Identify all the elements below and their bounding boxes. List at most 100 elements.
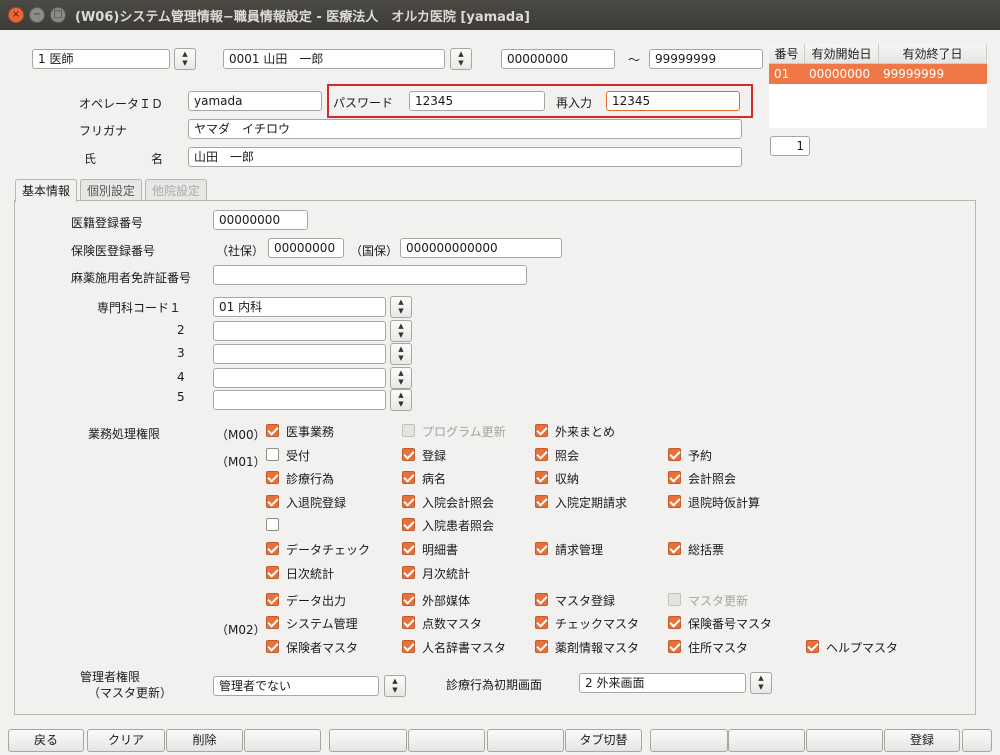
specialty-spin-2[interactable]: ▲ ▼ (390, 320, 412, 342)
function-key-button-10[interactable] (728, 729, 805, 752)
table-header-number[interactable]: 番号 (769, 44, 805, 64)
admin-spin[interactable]: ▲ ▼ (384, 675, 406, 697)
permission-label[interactable]: 入院会計照会 (422, 494, 494, 511)
permission-checkbox[interactable] (266, 542, 279, 555)
password-field[interactable]: 12345 (409, 91, 545, 111)
permission-checkbox[interactable] (668, 616, 681, 629)
specialty-spin-1[interactable]: ▲ ▼ (390, 296, 412, 318)
tab-other-clinic[interactable]: 他院設定 (145, 179, 208, 201)
permission-checkbox[interactable] (535, 640, 548, 653)
permission-label[interactable]: 人名辞書マスタ (422, 639, 506, 656)
kokuho-field[interactable]: 000000000000 (400, 238, 562, 258)
range-to-field[interactable]: 99999999 (649, 49, 763, 69)
permission-label[interactable]: 医事業務 (286, 423, 334, 440)
permission-checkbox[interactable] (535, 593, 548, 606)
function-key-button-4[interactable] (244, 729, 321, 752)
history-count-field[interactable]: 1 (770, 136, 810, 156)
permission-checkbox[interactable] (668, 471, 681, 484)
permission-checkbox[interactable] (535, 471, 548, 484)
specialty-spin-4[interactable]: ▲ ▼ (390, 367, 412, 389)
function-key-button-11[interactable] (806, 729, 883, 752)
permission-label[interactable]: 外来まとめ (555, 423, 615, 440)
permission-checkbox[interactable] (535, 495, 548, 508)
permission-label[interactable]: 照会 (555, 447, 579, 464)
specialty-spin-3[interactable]: ▲ ▼ (390, 343, 412, 365)
permission-label[interactable]: 明細書 (422, 541, 458, 558)
permission-checkbox[interactable] (402, 518, 415, 531)
permission-checkbox[interactable] (266, 471, 279, 484)
permission-checkbox[interactable] (266, 518, 279, 531)
permission-label[interactable]: 病名 (422, 470, 446, 487)
permission-label[interactable]: 入退院登録 (286, 494, 346, 511)
permission-label[interactable]: 収納 (555, 470, 579, 487)
permission-checkbox[interactable] (266, 640, 279, 653)
permission-checkbox[interactable] (266, 616, 279, 629)
permission-label[interactable]: 会計照会 (688, 470, 736, 487)
function-key-button-6[interactable] (408, 729, 485, 752)
permission-checkbox[interactable] (535, 542, 548, 555)
permission-checkbox[interactable] (668, 495, 681, 508)
specialty-field-4[interactable] (213, 368, 386, 388)
specialty-field-5[interactable] (213, 390, 386, 410)
close-icon[interactable]: × (8, 7, 24, 23)
permission-label[interactable]: システム管理 (286, 615, 358, 632)
minimize-icon[interactable]: − (29, 7, 45, 23)
admin-field[interactable]: 管理者でない (213, 676, 379, 696)
staff-field[interactable]: 0001 山田 一郎 (223, 49, 445, 69)
permission-checkbox[interactable] (402, 424, 415, 437)
function-key-button-13[interactable] (962, 729, 992, 752)
permission-label[interactable]: データチェック (286, 541, 370, 558)
permission-label[interactable]: 薬剤情報マスタ (555, 639, 639, 656)
table-header-end[interactable]: 有効終了日 (879, 44, 987, 64)
permission-checkbox[interactable] (266, 495, 279, 508)
med-reg-field[interactable]: 00000000 (213, 210, 308, 230)
permission-checkbox[interactable] (266, 566, 279, 579)
permission-label[interactable]: 予約 (688, 447, 712, 464)
permission-label[interactable]: 住所マスタ (688, 639, 748, 656)
permission-label[interactable]: 日次統計 (286, 565, 334, 582)
permission-checkbox[interactable] (402, 495, 415, 508)
reenter-password-field[interactable]: 12345 (606, 91, 740, 111)
permission-label[interactable]: 点数マスタ (422, 615, 482, 632)
function-key-button-7[interactable] (487, 729, 564, 752)
permission-checkbox[interactable] (402, 448, 415, 461)
permission-checkbox[interactable] (806, 640, 819, 653)
permission-label[interactable]: 総括票 (688, 541, 724, 558)
shaho-field[interactable]: 00000000 (268, 238, 344, 258)
permission-checkbox[interactable] (402, 566, 415, 579)
specialty-field-2[interactable] (213, 321, 386, 341)
permission-label[interactable]: 退院時仮計算 (688, 494, 760, 511)
permission-checkbox[interactable] (266, 448, 279, 461)
name-field[interactable]: 山田 一郎 (188, 147, 742, 167)
permission-label[interactable]: 月次統計 (422, 565, 470, 582)
permission-checkbox[interactable] (535, 424, 548, 437)
permission-checkbox[interactable] (266, 593, 279, 606)
initial-screen-field[interactable]: 2 外来画面 (579, 673, 746, 693)
tab-individual-settings[interactable]: 個別設定 (80, 179, 143, 201)
permission-checkbox[interactable] (402, 471, 415, 484)
permission-checkbox[interactable] (668, 542, 681, 555)
specialty-field-1[interactable]: 01 内科 (213, 297, 386, 317)
permission-checkbox[interactable] (402, 593, 415, 606)
permission-checkbox[interactable] (402, 616, 415, 629)
permission-checkbox[interactable] (668, 448, 681, 461)
job-type-field[interactable]: 1 医師 (32, 49, 170, 69)
tab-basic-info[interactable]: 基本情報 (15, 179, 78, 202)
function-key-button-3[interactable]: 削除 (166, 729, 243, 752)
furigana-field[interactable]: ヤマダ イチロウ (188, 119, 742, 139)
permission-label[interactable]: ヘルプマスタ (826, 639, 898, 656)
permission-label[interactable]: 外部媒体 (422, 592, 470, 609)
permission-label[interactable]: マスタ更新 (688, 592, 748, 609)
permission-label[interactable]: 保険番号マスタ (688, 615, 772, 632)
permission-checkbox[interactable] (668, 640, 681, 653)
function-key-button-2[interactable]: クリア (87, 729, 165, 752)
permission-label[interactable]: プログラム更新 (422, 423, 506, 440)
history-table[interactable]: 番号 有効開始日 有効終了日 01 00000000 99999999 (769, 44, 987, 128)
permission-checkbox[interactable] (535, 448, 548, 461)
permission-label[interactable]: 診療行為 (286, 470, 334, 487)
maximize-icon[interactable]: □ (50, 7, 66, 23)
range-from-field[interactable]: 00000000 (501, 49, 615, 69)
permission-checkbox[interactable] (535, 616, 548, 629)
permission-label[interactable]: チェックマスタ (555, 615, 639, 632)
table-row[interactable]: 01 00000000 99999999 (769, 64, 987, 84)
